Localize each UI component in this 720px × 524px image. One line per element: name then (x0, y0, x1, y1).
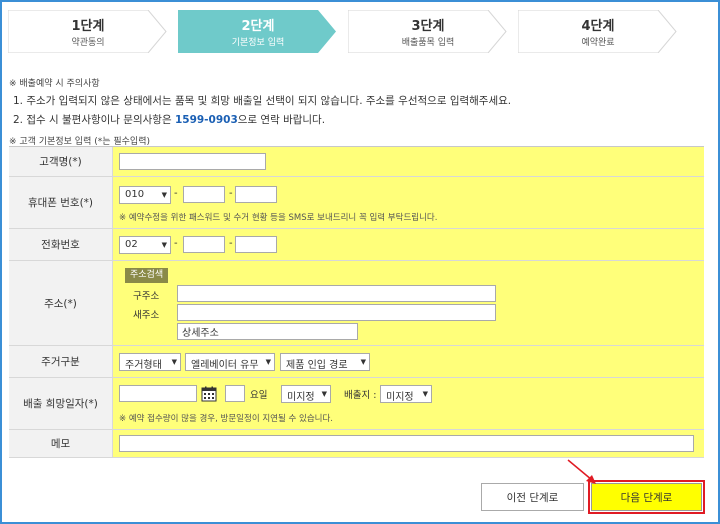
customer-name-input[interactable] (119, 153, 266, 170)
row-date: 배출 희망일자(*) 요일 미지정 ▼ 배출지 : 미지정 ▼ ※ 예약 접수량이 … (9, 378, 704, 430)
phone-last-input[interactable] (235, 236, 277, 253)
new-address-label: 새주소 (133, 310, 160, 321)
calendar-icon[interactable] (201, 386, 217, 402)
date-cell: 요일 미지정 ▼ 배출지 : 미지정 ▼ ※ 예약 접수량이 많을 경우, 방문일정… (113, 378, 704, 429)
chevron-down-icon: ▼ (360, 358, 366, 366)
disposal-place-label: 배출지 : (344, 390, 377, 401)
phone-label: 전화번호 (9, 229, 113, 260)
memo-cell (113, 430, 704, 457)
phone-cell: 02 ▼ - - (113, 229, 704, 260)
step-4-number: 4단계 (581, 19, 615, 34)
detail-address-input[interactable] (177, 323, 358, 340)
row-memo: 메모 (9, 430, 704, 458)
housing-cell: 주거형태 ▼ 엘레베이터 유무 ▼ 제품 인입 경로 ▼ (113, 346, 704, 377)
notice-section: ※ 배출예약 시 주의사항 1. 주소가 입력되지 않은 상태에서는 품목 및 … (9, 76, 709, 127)
chevron-down-icon: ▼ (422, 390, 428, 398)
dash-separator: - (174, 238, 178, 249)
phone-prefix-select[interactable]: 02 ▼ (119, 236, 171, 254)
chevron-down-icon: ▼ (171, 358, 177, 366)
row-address: 주소(*) 주소검색 구주소 새주소 (9, 261, 704, 346)
step-1-number: 1단계 (71, 19, 105, 34)
customer-info-form: 고객명(*) 휴대폰 번호(*) 010 ▼ - - ※ 예약수정을 위한 패스워… (9, 146, 704, 458)
dash-separator: - (229, 238, 233, 249)
step-4-label: 예약완료 (581, 38, 615, 48)
row-phone: 전화번호 02 ▼ - - (9, 229, 704, 261)
step-indicator: 1단계 약관동의 2단계 기본정보 입력 3단계 배출품목 입력 4단계 예약완… (8, 10, 708, 53)
notice-line-2-text: 2. 접수 시 불편사항이나 문의사항은 (13, 114, 175, 126)
mobile-prefix-value: 010 (125, 189, 145, 200)
phone-middle-input[interactable] (183, 236, 225, 253)
mobile-last-input[interactable] (235, 186, 277, 203)
housing-type-value: 주거형태 (125, 360, 162, 371)
housing-label: 주거구분 (9, 346, 113, 377)
weekday-label: 요일 (250, 390, 268, 401)
address-cell: 주소검색 구주소 새주소 (113, 261, 704, 345)
notice-line-2: 2. 접수 시 불편사항이나 문의사항은 1599-0903으로 연락 바랍니다… (13, 112, 709, 127)
pointer-arrow-icon (567, 459, 596, 484)
old-address-input[interactable] (177, 285, 496, 302)
memo-label: 메모 (9, 430, 113, 457)
mobile-label: 휴대폰 번호(*) (9, 177, 113, 228)
row-customer-name: 고객명(*) (9, 147, 704, 177)
next-step-button[interactable]: 다음 단계로 (591, 483, 702, 511)
step-3-number: 3단계 (411, 19, 445, 34)
dash-separator: - (174, 188, 178, 199)
chevron-down-icon: ▼ (321, 390, 327, 398)
step-2-number: 2단계 (241, 19, 275, 34)
old-address-label: 구주소 (133, 291, 160, 302)
elevator-select[interactable]: 엘레베이터 유무 ▼ (185, 353, 275, 371)
chevron-down-icon: ▼ (161, 241, 167, 249)
customer-name-cell (113, 147, 704, 176)
date-input[interactable] (119, 385, 197, 402)
contact-phone-number: 1599-0903 (174, 114, 238, 126)
entry-route-select[interactable]: 제품 인입 경로 ▼ (280, 353, 370, 371)
address-label: 주소(*) (9, 261, 113, 345)
disposal-place-select[interactable]: 미지정 ▼ (380, 385, 432, 403)
step-3-label: 배출품목 입력 (401, 38, 455, 48)
phone-prefix-value: 02 (125, 239, 138, 250)
row-housing: 주거구분 주거형태 ▼ 엘레베이터 유무 ▼ 제품 인입 경로 ▼ (9, 346, 704, 378)
date-label: 배출 희망일자(*) (9, 378, 113, 429)
date-note: ※ 예약 접수량이 많을 경우, 방문일정이 지연될 수 있습니다. (119, 414, 334, 424)
dash-separator: - (229, 188, 233, 199)
chevron-down-icon: ▼ (265, 358, 271, 366)
notice-heading: ※ 배출예약 시 주의사항 (9, 79, 100, 89)
mobile-note: ※ 예약수정을 위한 패스워드 및 수거 현황 등을 SMS로 보내드리니 꼭 … (119, 213, 438, 223)
mobile-cell: 010 ▼ - - ※ 예약수정을 위한 패스워드 및 수거 현황 등을 SMS로… (113, 177, 704, 228)
disposal-place-value: 미지정 (386, 392, 414, 403)
address-search-button[interactable]: 주소검색 (125, 268, 169, 283)
customer-name-label: 고객명(*) (9, 147, 113, 176)
time-select[interactable]: 미지정 ▼ (281, 385, 331, 403)
entry-route-value: 제품 인입 경로 (286, 360, 348, 371)
mobile-middle-input[interactable] (183, 186, 225, 203)
housing-type-select[interactable]: 주거형태 ▼ (119, 353, 181, 371)
time-value: 미지정 (287, 392, 315, 403)
row-mobile: 휴대폰 번호(*) 010 ▼ - - ※ 예약수정을 위한 패스워드 및 수거 … (9, 177, 704, 229)
weekday-input[interactable] (225, 385, 245, 402)
mobile-prefix-select[interactable]: 010 ▼ (119, 186, 171, 204)
new-address-input[interactable] (177, 304, 496, 321)
memo-input[interactable] (119, 435, 694, 452)
notice-line-2-suffix: 으로 연락 바랍니다. (237, 114, 326, 126)
step-1-label: 약관동의 (71, 38, 105, 48)
notice-line-1: 1. 주소가 입력되지 않은 상태에서는 품목 및 희망 배출일 선택이 되지 … (13, 95, 512, 107)
elevator-value: 엘레베이터 유무 (191, 360, 259, 371)
chevron-down-icon: ▼ (161, 191, 167, 199)
step-2-label: 기본정보 입력 (231, 38, 285, 48)
